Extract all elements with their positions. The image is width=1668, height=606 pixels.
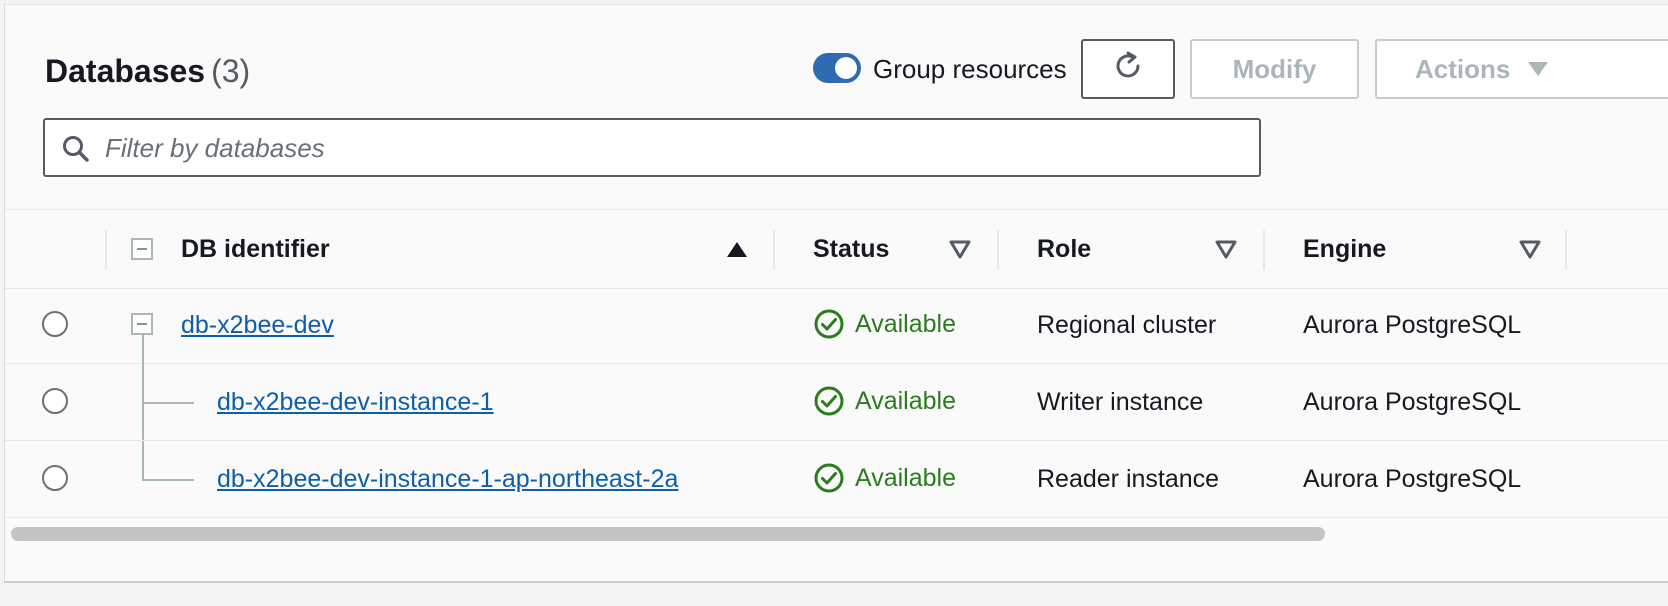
sort-ascending-icon[interactable]	[727, 242, 747, 257]
status-text: Available	[855, 309, 957, 338]
collapse-group-icon[interactable]	[131, 313, 153, 335]
table-header: DB identifier Status Role Engine	[5, 209, 1668, 289]
table-row[interactable]: db-x2bee-dev-instance-1 Available Writer…	[5, 364, 1668, 441]
collapse-all-icon	[131, 238, 153, 260]
engine-cell: Aurora PostgreSQL	[1303, 311, 1522, 339]
status-available-icon	[814, 463, 844, 493]
resource-count: (3)	[211, 53, 251, 89]
row-select-radio[interactable]	[42, 388, 68, 414]
page-title: Databases (3)	[45, 51, 250, 91]
column-label: Status	[813, 234, 890, 263]
row-select-radio[interactable]	[42, 311, 68, 337]
column-separator	[1565, 230, 1567, 270]
status-available-icon	[814, 309, 844, 339]
status-cell: Available	[813, 462, 956, 494]
search-input[interactable]	[103, 126, 1247, 170]
column-label: Engine	[1303, 234, 1387, 263]
horizontal-scrollbar[interactable]	[11, 527, 1325, 541]
db-identifier-link[interactable]: db-x2bee-dev	[181, 310, 334, 340]
row-select-radio[interactable]	[42, 465, 68, 491]
databases-panel: Databases (3) Group resources Modify Acti…	[4, 4, 1668, 583]
role-cell: Writer instance	[1037, 388, 1204, 416]
collapse-all-toggle[interactable]	[131, 210, 153, 288]
title-text: Databases	[45, 53, 206, 89]
search-icon	[61, 134, 91, 169]
status-cell: Available	[813, 308, 956, 340]
column-label: Role	[1037, 234, 1092, 263]
refresh-icon	[1111, 49, 1145, 90]
column-header-db-identifier[interactable]: DB identifier	[181, 210, 330, 288]
db-identifier-link[interactable]: db-x2bee-dev-instance-1-ap-northeast-2a	[217, 464, 678, 494]
column-separator	[105, 230, 107, 270]
status-text: Available	[855, 463, 957, 492]
sort-toggle-icon[interactable]	[1215, 240, 1237, 260]
status-cell: Available	[813, 385, 956, 417]
column-separator	[773, 230, 775, 270]
actions-dropdown-button[interactable]: Actions	[1375, 39, 1668, 99]
column-separator	[997, 230, 999, 270]
status-text: Available	[855, 386, 957, 415]
column-separator	[1263, 230, 1265, 270]
column-header-engine[interactable]: Engine	[1303, 210, 1386, 288]
actions-label: Actions	[1415, 53, 1511, 84]
engine-cell: Aurora PostgreSQL	[1303, 465, 1522, 493]
role-cell: Reader instance	[1037, 465, 1220, 493]
sort-toggle-icon[interactable]	[949, 240, 971, 260]
group-resources-toggle[interactable]	[813, 53, 861, 83]
caret-down-icon	[1528, 62, 1549, 76]
modify-button[interactable]: Modify	[1190, 39, 1359, 99]
toggle-knob	[835, 57, 857, 79]
column-header-status[interactable]: Status	[813, 210, 889, 288]
status-available-icon	[814, 386, 844, 416]
sort-toggle-icon[interactable]	[1519, 240, 1541, 260]
refresh-button[interactable]	[1081, 39, 1175, 99]
db-identifier-link[interactable]: db-x2bee-dev-instance-1	[217, 387, 494, 417]
engine-cell: Aurora PostgreSQL	[1303, 388, 1522, 416]
column-label: DB identifier	[181, 234, 330, 263]
group-resources-label: Group resources	[873, 54, 1067, 84]
table-row[interactable]: db-x2bee-dev Available Regional cluster …	[5, 287, 1668, 364]
role-cell: Regional cluster	[1037, 311, 1217, 339]
column-header-role[interactable]: Role	[1037, 210, 1091, 288]
search-field[interactable]	[43, 118, 1261, 177]
table-row[interactable]: db-x2bee-dev-instance-1-ap-northeast-2a …	[5, 441, 1668, 518]
